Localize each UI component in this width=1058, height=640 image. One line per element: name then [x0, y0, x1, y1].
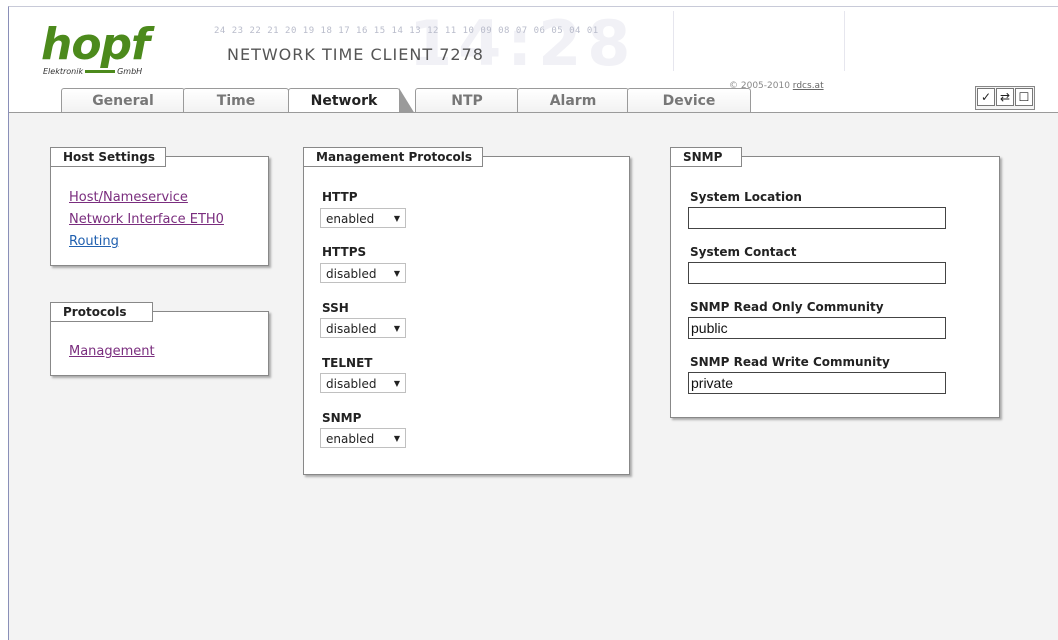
snmp-read-write-community-input[interactable]: private [688, 372, 946, 394]
ssh-label: SSH [322, 301, 349, 315]
product-name: NETWORK TIME CLIENT 7278 [227, 45, 484, 64]
logo-sub-left: Elektronik [43, 67, 84, 76]
snmp-read-only-community-input[interactable]: public [688, 317, 946, 339]
background-clock-digits: 14:28 [409, 7, 637, 80]
ssh-select[interactable]: disabled ▼ [320, 318, 406, 338]
telnet-label: TELNET [322, 356, 373, 370]
snmp-select-value: enabled [326, 432, 375, 446]
logo-wordmark: hopf [41, 19, 150, 70]
link-management[interactable]: Management [69, 344, 155, 359]
snmp-title: SNMP [670, 147, 742, 167]
protocols-title: Protocols [50, 302, 153, 322]
tab-alarm[interactable]: Alarm [517, 88, 629, 112]
chevron-down-icon: ▼ [393, 324, 400, 333]
snmp-read-only-community-label: SNMP Read Only Community [690, 300, 884, 314]
link-host-nameservice[interactable]: Host/Nameservice [69, 190, 188, 205]
http-label: HTTP [322, 190, 358, 204]
system-location-input[interactable] [688, 207, 946, 229]
https-select-value: disabled [326, 267, 377, 281]
save-icon[interactable]: ☐ [1015, 88, 1033, 106]
link-routing[interactable]: Routing [69, 234, 119, 249]
https-select[interactable]: disabled ▼ [320, 263, 406, 283]
chevron-down-icon: ▼ [393, 269, 400, 278]
logo-sub-right: GmbH [117, 67, 143, 76]
tab-time[interactable]: Time [183, 88, 289, 112]
chevron-down-icon: ▼ [393, 379, 400, 388]
clock-panel [673, 11, 845, 71]
logo-subtitle: Elektronik GmbH [43, 67, 142, 76]
logo-bar [85, 70, 116, 73]
link-network-interface-eth0[interactable]: Network Interface ETH0 [69, 212, 224, 227]
host-settings-panel [50, 156, 269, 266]
http-select-value: enabled [326, 212, 375, 226]
telnet-select-value: disabled [326, 377, 377, 391]
toolbar: ✓ ⇄ ☐ [975, 86, 1035, 110]
logo: hopf Elektronik GmbH [41, 19, 150, 77]
header: 14:28 hopf Elektronik GmbH 24 23 22 21 20… [9, 7, 1058, 91]
snmp-select[interactable]: enabled ▼ [320, 428, 406, 448]
tab-device[interactable]: Device [627, 88, 751, 112]
tab-network[interactable]: Network [288, 88, 415, 114]
http-select[interactable]: enabled ▼ [320, 208, 406, 228]
apply-icon[interactable]: ✓ [977, 88, 995, 106]
hour-scale: 24 23 22 21 20 19 18 17 16 15 14 13 12 1… [214, 26, 599, 36]
system-contact-input[interactable] [688, 262, 946, 284]
ssh-select-value: disabled [326, 322, 377, 336]
tab-ntp[interactable]: NTP [415, 88, 519, 112]
reload-icon[interactable]: ⇄ [996, 88, 1014, 106]
snmp-protocol-label: SNMP [322, 411, 362, 425]
chevron-down-icon: ▼ [393, 214, 400, 223]
system-contact-label: System Contact [690, 245, 797, 259]
host-settings-title: Host Settings [50, 147, 166, 167]
content-area: Host Settings Host/Nameservice Network I… [9, 113, 1058, 640]
telnet-select[interactable]: disabled ▼ [320, 373, 406, 393]
chevron-down-icon: ▼ [393, 434, 400, 443]
tab-bar: General Time Network NTP Alarm Device [9, 88, 1058, 114]
system-location-label: System Location [690, 190, 802, 204]
management-protocols-title: Management Protocols [303, 147, 484, 167]
tab-general[interactable]: General [61, 88, 185, 112]
https-label: HTTPS [322, 245, 367, 259]
snmp-read-write-community-label: SNMP Read Write Community [690, 355, 890, 369]
